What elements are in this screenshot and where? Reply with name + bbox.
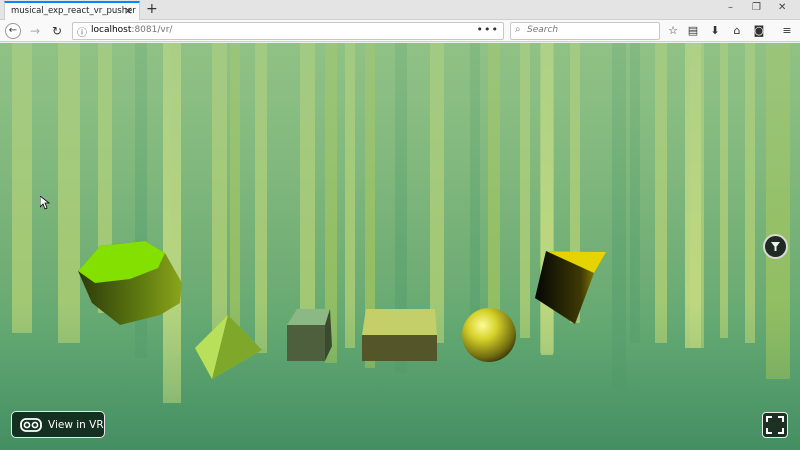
- vr-scene: [0, 43, 800, 450]
- url-host: localhost: [91, 25, 132, 35]
- cube-shape: [287, 309, 332, 361]
- restore-button[interactable]: ❐: [752, 2, 761, 13]
- menu-icon[interactable]: ≡: [780, 23, 794, 39]
- search-icon: ⌕: [515, 24, 521, 35]
- tab-bar: musical_exp_react_vr_pusher × + – ❐ ✕: [0, 0, 800, 21]
- view-in-vr-label: View in VR: [48, 419, 104, 431]
- nav-bar: ← → ↻ ⓘ localhost:8081/vr/ ••• ⌕ ☆ ▤ ⬇ ⌂…: [0, 20, 800, 42]
- vr-viewport[interactable]: View in VR: [0, 43, 800, 450]
- tab-active[interactable]: musical_exp_react_vr_pusher ×: [4, 1, 140, 21]
- cursor-toggle-icon: [771, 242, 780, 251]
- search-bar[interactable]: ⌕: [510, 22, 660, 40]
- download-icon[interactable]: ⬇: [708, 23, 722, 39]
- close-window-button[interactable]: ✕: [778, 2, 786, 13]
- back-button[interactable]: ←: [5, 23, 21, 39]
- forward-button[interactable]: →: [27, 23, 43, 39]
- minimize-button[interactable]: –: [728, 2, 733, 13]
- sphere-shape: [462, 308, 516, 362]
- fullscreen-button[interactable]: [762, 412, 788, 438]
- view-in-vr-button[interactable]: View in VR: [11, 411, 105, 438]
- vr-headset-icon: [20, 418, 42, 432]
- box-shape: [362, 309, 437, 361]
- star-icon[interactable]: ☆: [666, 23, 680, 39]
- home-icon[interactable]: ⌂: [730, 23, 744, 39]
- url-path: :8081/vr/: [131, 25, 173, 35]
- gaze-toggle-button[interactable]: [763, 234, 788, 259]
- url-bar[interactable]: ⓘ localhost:8081/vr/ •••: [72, 22, 504, 40]
- browser-window: musical_exp_react_vr_pusher × + – ❐ ✕ ← …: [0, 0, 800, 450]
- fullscreen-icon: [766, 416, 784, 434]
- reading-list-icon[interactable]: ▤: [686, 23, 700, 39]
- info-icon[interactable]: ⓘ: [77, 24, 87, 39]
- pocket-icon[interactable]: ◙: [752, 23, 766, 39]
- url-text: localhost:8081/vr/: [91, 25, 172, 35]
- new-tab-button[interactable]: +: [146, 1, 158, 17]
- page-actions-button[interactable]: •••: [477, 23, 499, 36]
- tab-close-icon[interactable]: ×: [124, 4, 133, 18]
- search-input[interactable]: [527, 25, 657, 35]
- reload-button[interactable]: ↻: [49, 23, 65, 39]
- tab-title: musical_exp_react_vr_pusher: [11, 6, 136, 16]
- mouse-cursor-icon: [40, 196, 50, 210]
